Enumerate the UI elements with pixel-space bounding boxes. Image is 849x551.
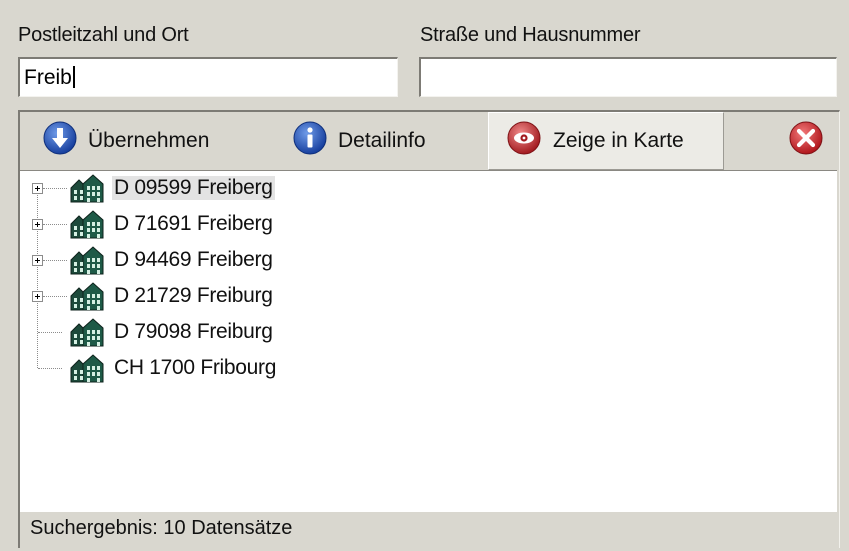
arrow-down-icon [42,120,78,162]
tree-item-label: D 21729 Freiburg [114,284,273,307]
building-icon [67,210,107,245]
tree-branch-line [43,188,67,189]
tree-branch-line [38,368,62,369]
tree-item-label: D 94469 Freiberg [114,248,273,271]
plz-label: Postleitzahl und Ort [18,24,189,46]
tree-item-label: D 09599 Freiberg [112,176,275,200]
building-icon [67,246,107,281]
street-label: Straße und Hausnummer [420,24,641,46]
toolbar: Übernehmen Detailinfo Zeige in Karte [20,112,840,172]
results-tree[interactable]: D 09599 Freiberg D 71691 Freiberg D 94469 … [20,170,837,512]
building-icon [67,354,107,389]
tree-item[interactable]: D 71691 Freiberg [20,208,340,242]
street-input[interactable] [419,57,837,97]
results-panel: Übernehmen Detailinfo Zeige in Karte D 0… [18,110,840,548]
tree-item[interactable]: D 09599 Freiberg [20,172,340,206]
expand-plus-icon[interactable] [32,255,43,266]
uebernehmen-button[interactable]: Übernehmen [42,112,209,170]
tree-branch-line [43,260,67,261]
text-caret [72,66,75,88]
building-icon [67,174,107,209]
expand-plus-icon[interactable] [32,183,43,194]
tree-item-label: D 79098 Freiburg [114,320,273,343]
zeige-in-karte-label: Zeige in Karte [553,129,684,152]
expand-plus-icon[interactable] [32,291,43,302]
tree-item[interactable]: D 79098 Freiburg [20,316,340,350]
building-icon [67,318,107,353]
tree-item[interactable]: D 21729 Freiburg [20,280,340,314]
tree-branch-line [43,224,67,225]
close-button[interactable] [788,112,824,170]
zeige-in-karte-button[interactable]: Zeige in Karte [488,112,724,170]
tree-item-label: D 71691 Freiberg [114,212,273,235]
detailinfo-button[interactable]: Detailinfo [292,112,426,170]
status-text: Suchergebnis: 10 Datensätze [30,517,293,539]
detailinfo-label: Detailinfo [338,129,426,152]
tree-branch-line [43,296,67,297]
uebernehmen-label: Übernehmen [88,129,210,152]
tree-item[interactable]: CH 1700 Fribourg [20,352,340,386]
plz-ort-input[interactable]: Freib [18,57,398,97]
tree-branch-line [38,332,62,333]
tree-item-label: CH 1700 Fribourg [114,356,277,379]
close-icon [788,120,824,162]
info-icon [292,120,328,162]
building-icon [67,282,107,317]
plz-ort-value: Freib [24,66,72,89]
tree-item[interactable]: D 94469 Freiberg [20,244,340,278]
expand-plus-icon[interactable] [32,219,43,230]
eye-icon [505,120,543,162]
